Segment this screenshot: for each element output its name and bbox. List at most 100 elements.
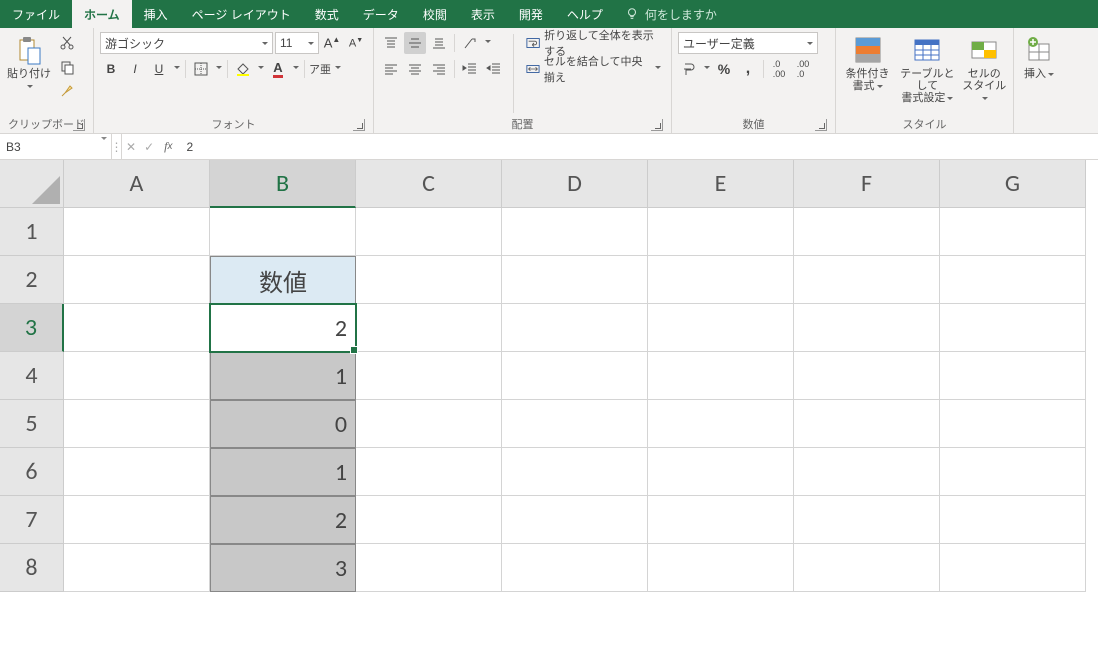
tab-view[interactable]: 表示 [459,0,507,28]
formula-input[interactable]: 2 [178,134,1098,159]
cell-F7[interactable] [794,496,940,544]
formula-bar-splitter[interactable]: ⋮ [112,134,122,159]
column-header-F[interactable]: F [794,160,940,208]
cell-B4[interactable]: 1 [210,352,356,400]
tab-help[interactable]: ヘルプ [555,0,615,28]
cell-A5[interactable] [64,400,210,448]
tab-developer[interactable]: 開発 [507,0,555,28]
cell-F6[interactable] [794,448,940,496]
row-header-8[interactable]: 8 [0,544,64,592]
cell-C2[interactable] [356,256,502,304]
column-header-C[interactable]: C [356,160,502,208]
cell-E3[interactable] [648,304,794,352]
cell-F2[interactable] [794,256,940,304]
font-launcher[interactable] [353,119,365,131]
alignment-launcher[interactable] [651,119,663,131]
insert-function-button[interactable]: fx [158,134,178,159]
enter-formula-button[interactable]: ✓ [144,140,154,154]
cell-G3[interactable] [940,304,1086,352]
cell-B1[interactable] [210,208,356,256]
wrap-text-button[interactable]: 折り返して全体を表示する [522,32,665,54]
accounting-menu[interactable] [702,66,711,72]
format-painter-button[interactable] [56,80,78,102]
cell-G7[interactable] [940,496,1086,544]
format-as-table-button[interactable]: テーブルとして 書式設定 [897,32,958,104]
cancel-formula-button[interactable]: ✕ [126,140,136,154]
tab-data[interactable]: データ [351,0,411,28]
tell-me-search[interactable]: 何をしますか [615,0,727,28]
column-header-G[interactable]: G [940,160,1086,208]
cell-B6[interactable]: 1 [210,448,356,496]
name-box[interactable]: B3 [0,134,112,159]
merge-center-button[interactable]: セルを結合して中央揃え [522,58,665,80]
row-header-2[interactable]: 2 [0,256,64,304]
align-top-button[interactable] [380,32,402,54]
font-color-menu[interactable] [291,66,300,72]
align-center-button[interactable] [404,58,426,80]
cell-G2[interactable] [940,256,1086,304]
cell-D8[interactable] [502,544,648,592]
bold-button[interactable]: B [100,58,122,80]
tab-page-layout[interactable]: ページ レイアウト [180,0,303,28]
row-header-4[interactable]: 4 [0,352,64,400]
tab-home[interactable]: ホーム [72,0,132,28]
increase-decimal-button[interactable]: .0.00 [768,58,790,80]
phonetic-button[interactable]: ア亜 [309,58,331,80]
increase-indent-button[interactable] [483,58,505,80]
align-right-button[interactable] [428,58,450,80]
cell-E8[interactable] [648,544,794,592]
cell-C6[interactable] [356,448,502,496]
borders-menu[interactable] [214,66,223,72]
cell-D5[interactable] [502,400,648,448]
font-size-combo[interactable]: 11 [275,32,319,54]
cell-styles-button[interactable]: セルの スタイル [962,32,1007,104]
cell-A6[interactable] [64,448,210,496]
font-name-combo[interactable]: 游ゴシック [100,32,273,54]
align-bottom-button[interactable] [428,32,450,54]
row-header-7[interactable]: 7 [0,496,64,544]
row-header-6[interactable]: 6 [0,448,64,496]
cell-C8[interactable] [356,544,502,592]
fill-color-menu[interactable] [256,66,265,72]
cell-D4[interactable] [502,352,648,400]
decrease-indent-button[interactable] [459,58,481,80]
percent-button[interactable]: % [713,58,735,80]
underline-button[interactable]: U [148,58,170,80]
cell-E2[interactable] [648,256,794,304]
row-header-3[interactable]: 3 [0,304,64,352]
cell-B3[interactable]: 2 [210,304,356,352]
column-header-B[interactable]: B [210,160,356,208]
tab-formulas[interactable]: 数式 [303,0,351,28]
cell-C1[interactable] [356,208,502,256]
cell-D3[interactable] [502,304,648,352]
font-color-button[interactable]: A [267,58,289,80]
column-header-E[interactable]: E [648,160,794,208]
row-header-1[interactable]: 1 [0,208,64,256]
cut-button[interactable] [56,32,78,54]
increase-font-button[interactable]: A▲ [321,32,343,54]
cell-D1[interactable] [502,208,648,256]
cell-G5[interactable] [940,400,1086,448]
cell-E7[interactable] [648,496,794,544]
cell-A3[interactable] [64,304,210,352]
cell-F1[interactable] [794,208,940,256]
cell-C5[interactable] [356,400,502,448]
insert-cells-button[interactable]: 挿入 [1020,32,1058,80]
conditional-formatting-button[interactable]: 条件付き 書式 [842,32,893,92]
cell-E4[interactable] [648,352,794,400]
cell-F5[interactable] [794,400,940,448]
decrease-font-button[interactable]: A▼ [345,32,367,54]
cell-G1[interactable] [940,208,1086,256]
italic-button[interactable]: I [124,58,146,80]
number-format-combo[interactable]: ユーザー定義 [678,32,818,54]
cell-B2[interactable]: 数値 [210,256,356,304]
column-header-D[interactable]: D [502,160,648,208]
phonetic-menu[interactable] [333,66,342,72]
cell-A2[interactable] [64,256,210,304]
cell-F3[interactable] [794,304,940,352]
column-header-A[interactable]: A [64,160,210,208]
accounting-format-button[interactable] [678,58,700,80]
cell-F8[interactable] [794,544,940,592]
cell-D6[interactable] [502,448,648,496]
cell-B8[interactable]: 3 [210,544,356,592]
